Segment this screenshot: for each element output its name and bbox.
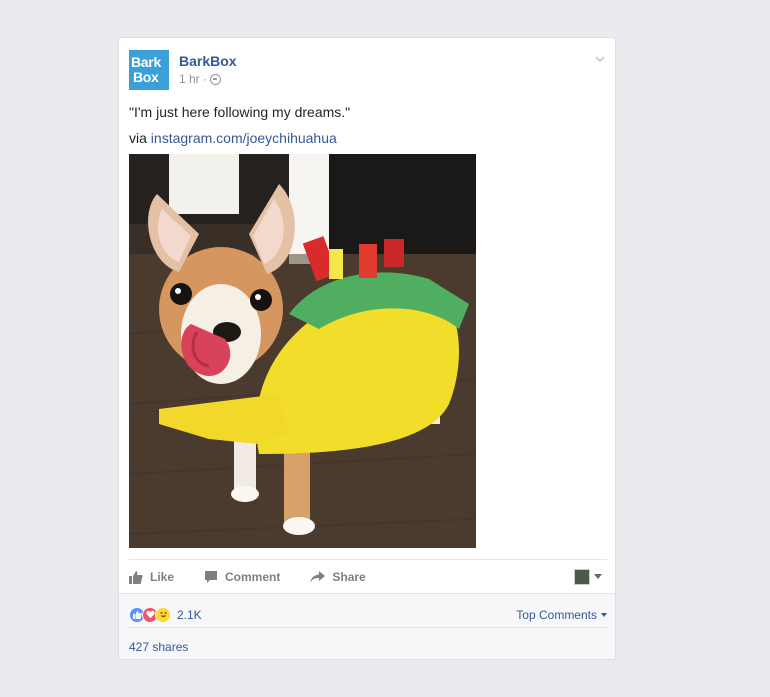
chihuahua-taco-costume-image [129,154,476,548]
reactions-section: 2.1K Top Comments 427 shares [119,593,615,659]
post-as-selector[interactable] [574,568,602,585]
page-avatar[interactable]: Bark Box [129,50,169,90]
instagram-link[interactable]: instagram.com/joeychihuahua [151,130,337,146]
reaction-count[interactable]: 2.1K [177,608,202,622]
share-arrow-icon [310,570,326,583]
thumbs-up-icon [129,570,143,584]
share-label: Share [332,569,366,584]
share-button[interactable]: Share [310,569,366,584]
post-meta: 1 hr · [179,72,221,86]
post-body: "I'm just here following my dreams." via… [129,101,350,149]
post-header: Bark Box BarkBox 1 hr · [129,50,607,90]
post-via: via instagram.com/joeychihuahua [129,127,350,149]
post-quote: "I'm just here following my dreams." [129,104,351,120]
like-button[interactable]: Like [129,570,174,584]
like-label: Like [150,569,175,584]
user-avatar [574,568,590,585]
dropdown-caret-icon [594,574,602,579]
logo-text-line2: Box [133,69,159,85]
reactions-summary: 2.1K Top Comments [129,602,607,628]
meta-separator: · [202,72,207,86]
post-card: Bark Box BarkBox 1 hr · "I'm just here f… [118,37,616,660]
shares-count[interactable]: 427 shares [129,640,188,654]
comment-label: Comment [225,569,281,584]
post-photo[interactable] [129,154,476,548]
top-comments-label: Top Comments [516,607,597,622]
globe-icon [209,73,221,85]
comment-button[interactable]: Comment [204,570,280,584]
logo-text-line1: Bark [131,54,161,70]
chevron-down-icon[interactable] [593,52,607,66]
haha-reaction-icon[interactable] [155,606,171,623]
via-prefix: via [129,130,151,146]
page-name-link[interactable]: BarkBox [179,53,237,69]
action-bar: Like Comment Share [129,559,607,593]
comment-icon [205,570,218,583]
post-timestamp[interactable]: 1 hr [179,72,200,86]
top-comments-dropdown[interactable]: Top Comments [516,608,607,622]
caret-down-icon [601,612,607,617]
